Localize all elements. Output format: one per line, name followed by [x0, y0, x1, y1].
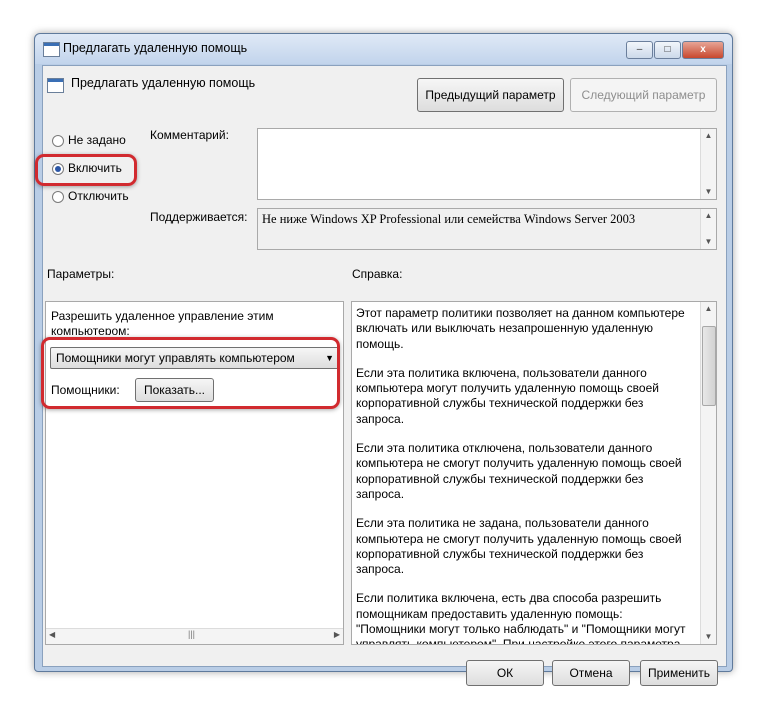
supported-label: Поддерживается:	[150, 210, 248, 224]
scroll-down-icon[interactable]: ▼	[701, 185, 716, 199]
radio-not-configured-label[interactable]: Не задано	[68, 133, 126, 147]
minimize-button[interactable]: –	[626, 41, 653, 59]
cancel-button[interactable]: Отмена	[552, 660, 630, 686]
comment-label: Комментарий:	[150, 128, 229, 142]
help-text: Этот параметр политики позволяет на данн…	[356, 306, 691, 645]
dialog-client-area: Предлагать удаленную помощь Предыдущий п…	[35, 65, 727, 686]
help-paragraph: Если эта политика включена, пользователи…	[356, 365, 659, 426]
setting-icon	[47, 78, 64, 93]
allow-remote-control-label: Разрешить удаленное управление этим комп…	[51, 309, 274, 335]
scroll-grip-icon[interactable]: |||	[188, 629, 195, 639]
help-scrollbar[interactable]: ▲ ▼	[700, 302, 716, 644]
options-horizontal-scrollbar[interactable]: ◀ ||| ▶	[46, 628, 343, 644]
close-button[interactable]: x	[682, 41, 724, 59]
help-paragraph: Этот параметр политики позволяет на данн…	[356, 306, 685, 351]
scroll-left-icon[interactable]: ◀	[49, 630, 55, 639]
radio-disabled-label[interactable]: Отключить	[68, 189, 129, 203]
help-section-label: Справка:	[352, 267, 403, 281]
ok-button[interactable]: ОК	[466, 660, 544, 686]
enabled-highlight-frame	[35, 154, 137, 186]
help-paragraph: Если эта политика не задана, пользовател…	[356, 516, 682, 577]
scroll-right-icon[interactable]: ▶	[334, 630, 340, 639]
title-bar[interactable]: Предлагать удаленную помощь – □ x	[35, 34, 732, 64]
help-paragraph: Если политика включена, есть два способа…	[356, 591, 686, 645]
options-section-label: Параметры:	[47, 267, 115, 281]
scroll-down-icon[interactable]: ▼	[701, 235, 716, 249]
options-highlight-frame	[41, 337, 340, 409]
supported-scrollbar[interactable]: ▲ ▼	[700, 209, 716, 249]
radio-disabled[interactable]	[52, 191, 64, 203]
scroll-up-icon[interactable]: ▲	[701, 209, 716, 223]
policy-dialog-window: Предлагать удаленную помощь – □ x Предла…	[34, 33, 733, 686]
radio-not-configured[interactable]	[52, 135, 64, 147]
scroll-down-icon[interactable]: ▼	[701, 630, 716, 644]
apply-button[interactable]: Применить	[640, 660, 718, 686]
help-paragraph: Если эта политика отключена, пользовател…	[356, 441, 682, 501]
comment-scrollbar[interactable]: ▲ ▼	[700, 129, 716, 199]
policy-icon	[43, 42, 60, 57]
next-setting-button[interactable]: Следующий параметр	[570, 78, 717, 112]
previous-setting-button[interactable]: Предыдущий параметр	[417, 78, 564, 112]
window-title: Предлагать удаленную помощь	[63, 41, 248, 55]
help-panel: Этот параметр политики позволяет на данн…	[351, 301, 717, 645]
scroll-thumb[interactable]	[702, 326, 716, 406]
comment-field[interactable]: ▲ ▼	[257, 128, 717, 200]
setting-name: Предлагать удаленную помощь	[71, 76, 256, 90]
maximize-button[interactable]: □	[654, 41, 681, 59]
scroll-up-icon[interactable]: ▲	[701, 302, 716, 316]
scroll-up-icon[interactable]: ▲	[701, 129, 716, 143]
supported-field: Не ниже Windows XP Professional или семе…	[257, 208, 717, 250]
supported-value: Не ниже Windows XP Professional или семе…	[262, 212, 636, 226]
